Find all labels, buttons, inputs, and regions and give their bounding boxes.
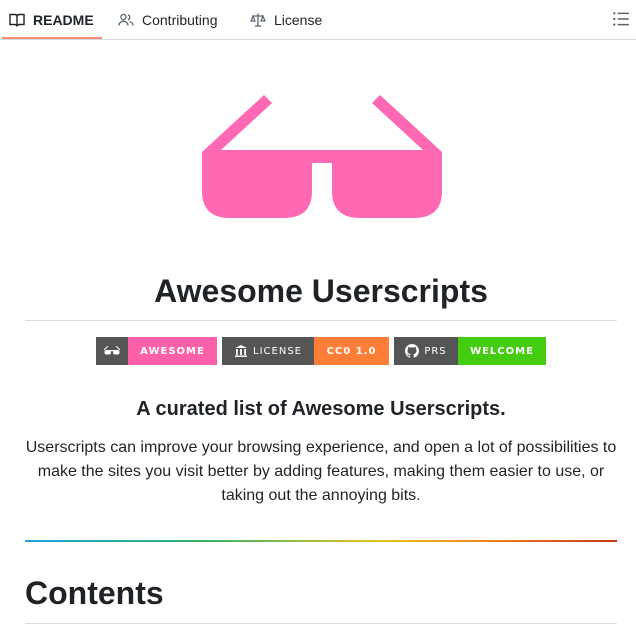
github-icon bbox=[405, 344, 420, 358]
law-icon bbox=[250, 13, 266, 27]
prs-badge-label: PRS bbox=[424, 345, 447, 357]
license-badge-label: LICENSE bbox=[253, 345, 302, 357]
tab-license-label: License bbox=[274, 12, 323, 28]
awesome-badge-left bbox=[96, 337, 128, 365]
sunglasses-icon bbox=[104, 346, 120, 355]
awesome-badge-value: AWESOME bbox=[128, 337, 217, 365]
rainbow-divider bbox=[25, 540, 617, 542]
list-unordered-icon[interactable] bbox=[612, 10, 630, 28]
contents-divider bbox=[25, 623, 617, 624]
contents-heading: Contents bbox=[25, 575, 164, 611]
repo-tab-bar: README Contributing License bbox=[0, 0, 636, 40]
prs-badge-left: PRS bbox=[394, 337, 458, 365]
license-badge-value: CC0 1.0 bbox=[314, 337, 389, 365]
license-badge[interactable]: LICENSE CC0 1.0 bbox=[222, 337, 389, 365]
prs-badge-value: WELCOME bbox=[458, 337, 546, 365]
awesome-badge[interactable]: AWESOME bbox=[96, 337, 217, 365]
page-title: Awesome Userscripts bbox=[154, 273, 488, 309]
book-icon bbox=[9, 13, 25, 28]
intro-paragraph: Userscripts can improve your browsing ex… bbox=[25, 439, 617, 504]
license-badge-left: LICENSE bbox=[222, 337, 314, 365]
title-divider bbox=[25, 320, 617, 321]
tagline: A curated list of Awesome Userscripts. bbox=[136, 398, 506, 420]
tab-contributing[interactable]: Contributing bbox=[118, 0, 218, 40]
tab-contributing-label: Contributing bbox=[142, 12, 218, 28]
tab-readme-label: README bbox=[33, 12, 94, 28]
tab-readme[interactable]: README bbox=[9, 0, 94, 40]
tab-license[interactable]: License bbox=[250, 0, 322, 40]
active-tab-indicator bbox=[2, 37, 102, 39]
sunglasses-icon bbox=[202, 95, 442, 218]
institution-icon bbox=[235, 345, 248, 357]
prs-welcome-badge[interactable]: PRS WELCOME bbox=[394, 337, 546, 365]
people-icon bbox=[118, 13, 134, 26]
